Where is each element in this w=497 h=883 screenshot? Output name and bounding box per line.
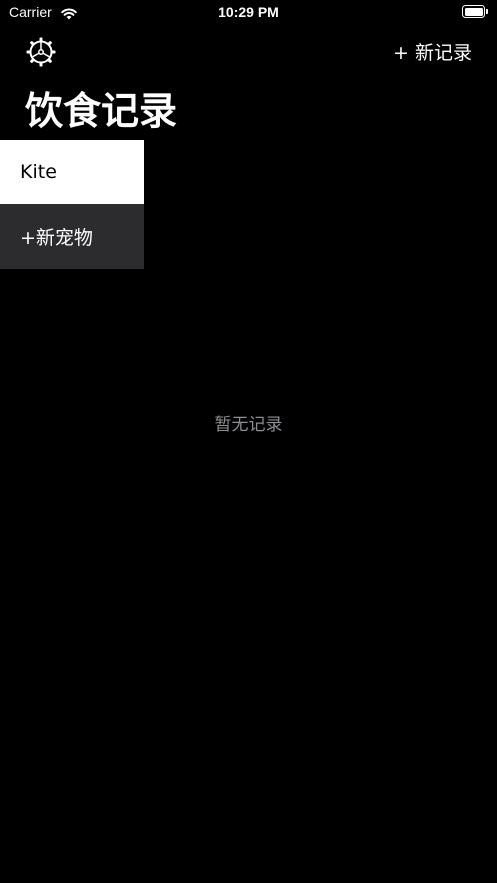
new-record-button[interactable]: + 新记录	[393, 38, 472, 65]
settings-button[interactable]	[25, 36, 57, 68]
add-pet-button[interactable]: +新宠物	[0, 204, 144, 269]
battery-icon	[462, 5, 488, 18]
pet-item-kite[interactable]: Kite	[0, 140, 144, 204]
gear-icon	[26, 37, 56, 67]
pet-list: Kite +新宠物	[0, 140, 144, 269]
add-pet-label: +新宠物	[20, 227, 93, 249]
pet-item-label: Kite	[20, 161, 57, 183]
empty-state-text: 暂无记录	[214, 415, 283, 435]
status-time: 10:29 PM	[218, 4, 279, 20]
status-bar: Carrier 10:29 PM	[0, 0, 497, 26]
page-title: 饮食记录	[25, 89, 178, 133]
screen: Carrier 10:29 PM + 新记录 饮食记录 Kite +新宠物 暂无…	[0, 0, 497, 883]
